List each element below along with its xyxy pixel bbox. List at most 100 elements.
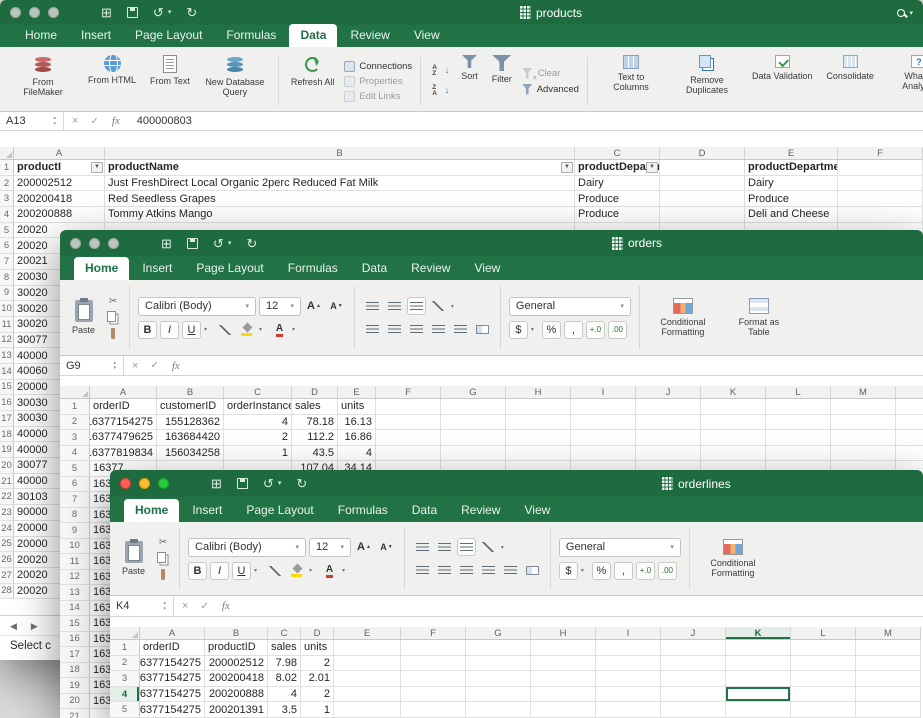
- cell-F1[interactable]: [401, 640, 466, 656]
- cell-A1[interactable]: orderID: [140, 640, 205, 656]
- close-button[interactable]: [10, 7, 21, 18]
- undo-caret-icon[interactable]: ▾: [278, 480, 282, 487]
- select-all-corner[interactable]: [60, 386, 90, 399]
- undo-icon[interactable]: ↺: [153, 6, 164, 19]
- cell-L3[interactable]: [766, 430, 831, 446]
- column-header-K[interactable]: K: [726, 627, 791, 640]
- tab-insert[interactable]: Insert: [70, 24, 122, 47]
- row-header-4[interactable]: 4: [0, 207, 14, 223]
- cell-B4[interactable]: 200200888: [205, 687, 268, 703]
- data-validation-button[interactable]: Data Validation: [748, 54, 816, 82]
- row-header-10[interactable]: 10: [60, 539, 90, 555]
- cancel-icon[interactable]: ×: [72, 115, 78, 127]
- conditional-formatting-button[interactable]: Conditional Formatting: [698, 538, 768, 580]
- undo-caret-icon[interactable]: ▾: [168, 9, 172, 16]
- cell-J1[interactable]: [661, 640, 726, 656]
- cut-icon[interactable]: ✂: [155, 536, 171, 549]
- underline-caret-icon[interactable]: ▾: [204, 326, 212, 333]
- accounting-caret-icon[interactable]: ▾: [581, 567, 589, 574]
- column-header-H[interactable]: H: [506, 386, 571, 399]
- italic-button[interactable]: I: [210, 562, 229, 580]
- cell-M3[interactable]: [831, 430, 896, 446]
- cell-J4[interactable]: [661, 687, 726, 703]
- cell-F3[interactable]: [376, 430, 441, 446]
- cell-J3[interactable]: [661, 671, 726, 687]
- zoom-button[interactable]: [108, 238, 119, 249]
- what-if-analysis-button[interactable]: ? What-If Analysis: [884, 54, 923, 93]
- select-all-corner[interactable]: [0, 147, 14, 160]
- cancel-icon[interactable]: ×: [182, 600, 188, 612]
- properties-button[interactable]: Properties: [344, 76, 412, 87]
- cell-B3[interactable]: Red Seedless Grapes: [105, 191, 575, 207]
- cell-I3[interactable]: [596, 671, 661, 687]
- shrink-font-button[interactable]: A▼: [327, 297, 346, 315]
- filter-button[interactable]: ▼: [91, 162, 103, 173]
- cell-B1[interactable]: customerID: [157, 399, 224, 415]
- format-painter-icon[interactable]: [105, 327, 121, 340]
- borders-button[interactable]: [215, 321, 234, 339]
- cell-B4[interactable]: Tommy Atkins Mango: [105, 207, 575, 223]
- fill-caret-icon[interactable]: ▾: [309, 567, 317, 574]
- row-header-2[interactable]: 2: [60, 415, 90, 431]
- cell-M2[interactable]: [856, 656, 921, 672]
- cell-reference-box[interactable]: K4 ▲▼: [110, 596, 174, 616]
- format-as-table-button[interactable]: Format as Table: [724, 297, 794, 339]
- cell-E3[interactable]: 16.86: [338, 430, 376, 446]
- cell-D2[interactable]: 78.18: [292, 415, 338, 431]
- redo-icon[interactable]: ↻: [246, 237, 257, 250]
- edit-links-button[interactable]: Edit Links: [344, 91, 412, 102]
- cell-A3[interactable]: 200200418: [14, 191, 105, 207]
- column-header-N[interactable]: N: [896, 386, 923, 399]
- from-filemaker-button[interactable]: From FileMaker: [8, 54, 78, 99]
- row-header-20[interactable]: 20: [0, 458, 14, 474]
- cell-C4[interactable]: 1: [224, 446, 292, 462]
- cell-G3[interactable]: [441, 430, 506, 446]
- percent-button[interactable]: %: [592, 562, 611, 580]
- undo-icon[interactable]: ↺: [213, 237, 224, 250]
- cell-J1[interactable]: [636, 399, 701, 415]
- shrink-font-button[interactable]: A▼: [377, 538, 396, 556]
- cell-A2[interactable]: 16377154275: [140, 656, 205, 672]
- comma-button[interactable]: ,: [614, 562, 633, 580]
- cell-C3[interactable]: 2: [224, 430, 292, 446]
- app-grid-icon[interactable]: ⊞: [211, 477, 222, 490]
- cell-F3[interactable]: [401, 671, 466, 687]
- column-header-K[interactable]: K: [701, 386, 766, 399]
- row-header-22[interactable]: 22: [0, 489, 14, 505]
- conditional-formatting-button[interactable]: Conditional Formatting: [648, 297, 718, 339]
- cell-E2[interactable]: [334, 656, 401, 672]
- cell-H4[interactable]: [531, 687, 596, 703]
- column-header-C[interactable]: C: [268, 627, 301, 640]
- cell-J4[interactable]: [636, 446, 701, 462]
- cell-A5[interactable]: 16377154275: [140, 702, 205, 718]
- cell-N4[interactable]: [896, 446, 923, 462]
- redo-icon[interactable]: ↻: [186, 6, 197, 19]
- merge-center-button[interactable]: [473, 320, 492, 338]
- cell-B3[interactable]: 163684420: [157, 430, 224, 446]
- cell-L1[interactable]: [766, 399, 831, 415]
- row-header-9[interactable]: 9: [0, 286, 14, 302]
- row-header-2[interactable]: 2: [0, 176, 14, 192]
- row-header-18[interactable]: 18: [0, 427, 14, 443]
- tab-review[interactable]: Review: [450, 499, 511, 522]
- cell-I4[interactable]: [596, 687, 661, 703]
- row-header-16[interactable]: 16: [60, 632, 90, 648]
- decrease-indent-button[interactable]: [479, 561, 498, 579]
- align-left-button[interactable]: [413, 561, 432, 579]
- row-header-3[interactable]: 3: [0, 191, 14, 207]
- cell-F3[interactable]: [838, 191, 923, 207]
- increase-indent-button[interactable]: [451, 320, 470, 338]
- align-center-button[interactable]: [385, 320, 404, 338]
- align-top-button[interactable]: [363, 297, 382, 315]
- column-header-B[interactable]: B: [205, 627, 268, 640]
- align-bottom-button[interactable]: [407, 297, 426, 315]
- cell-G1[interactable]: [441, 399, 506, 415]
- paste-button[interactable]: Paste: [118, 540, 149, 577]
- align-middle-button[interactable]: [435, 538, 454, 556]
- consolidate-button[interactable]: Consolidate: [822, 54, 878, 82]
- column-header-J[interactable]: J: [636, 386, 701, 399]
- refresh-all-button[interactable]: Refresh All: [287, 54, 339, 88]
- column-header-E[interactable]: E: [745, 147, 838, 160]
- cell-A3[interactable]: 16377154275: [140, 671, 205, 687]
- prev-sheet-icon[interactable]: ◀: [10, 621, 17, 632]
